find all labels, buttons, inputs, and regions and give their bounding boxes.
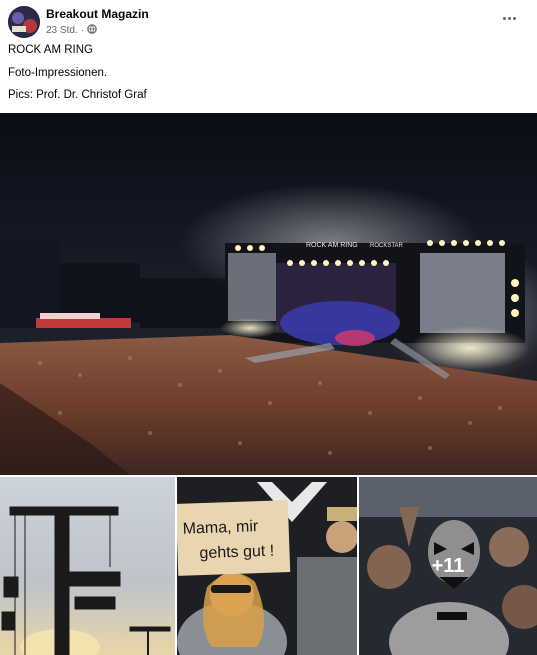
post-text-line-3: Pics: Prof. Dr. Christof Graf: [8, 89, 147, 101]
photo-thumbnail-2[interactable]: Mama, mir gehts gut !: [177, 477, 357, 655]
photo-thumbnail-1[interactable]: [0, 477, 175, 655]
more-photos-count[interactable]: +11: [359, 477, 537, 655]
post-text-line-1: ROCK AM RING: [8, 44, 93, 56]
meta-separator: ·: [80, 25, 85, 36]
photo-thumbnail-3[interactable]: +11: [359, 477, 537, 655]
post-header: Breakout Magazin 23 Std. ·: [0, 0, 537, 40]
globe-icon: [87, 24, 97, 37]
more-options-icon[interactable]: [499, 10, 519, 26]
sign-text-line-1: Mama, mir: [182, 518, 259, 538]
post-timestamp[interactable]: 23 Std.: [46, 25, 78, 36]
sign-text-line-2: gehts gut !: [199, 543, 274, 563]
main-photo[interactable]: ROCK AM RING ROCKSTAR: [0, 113, 537, 475]
post-text-line-2: Foto-Impressionen.: [8, 67, 108, 79]
post-meta: 23 Std. ·: [46, 24, 97, 37]
stage-sign-right: ROCKSTAR: [370, 243, 404, 249]
page-name[interactable]: Breakout Magazin: [46, 7, 149, 21]
page-avatar[interactable]: [8, 6, 40, 38]
stage-sign-left: ROCK AM RING: [306, 242, 358, 249]
